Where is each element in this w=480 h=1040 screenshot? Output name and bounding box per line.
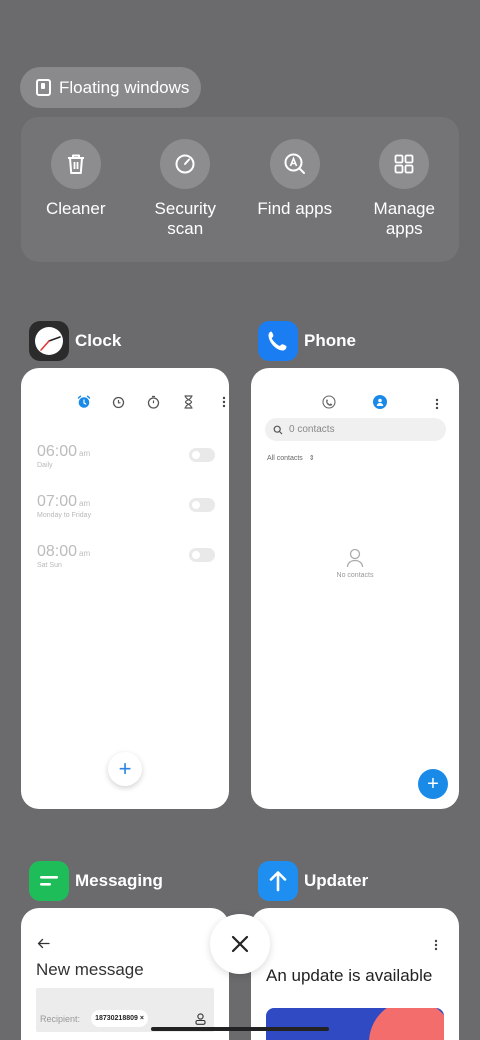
alarm-repeat: Monday to Friday (37, 512, 92, 519)
floating-windows-label: Floating windows (59, 77, 190, 97)
clock-tab-bar (66, 394, 229, 410)
security-scan-button[interactable]: Security scan (131, 117, 241, 262)
contacts-search-input[interactable]: 0 contacts (265, 418, 446, 441)
manage-apps-label: Manage apps (373, 199, 435, 238)
alarm-toggle[interactable] (189, 548, 215, 562)
alarm-item[interactable]: 08:00 am Sat Sun (37, 543, 215, 569)
phone-app-name: Phone (304, 331, 356, 350)
back-arrow-icon[interactable] (37, 936, 50, 954)
recipient-chip[interactable]: 18730218809 × (91, 1010, 148, 1027)
more-options-icon[interactable] (206, 394, 229, 410)
home-indicator[interactable] (151, 1027, 329, 1031)
clock-app-name: Clock (75, 331, 122, 350)
close-icon (231, 935, 249, 953)
alarm-item[interactable]: 06:00 am Daily (37, 443, 215, 469)
more-options-icon[interactable] (434, 938, 438, 956)
recipient-label: Recipient: (40, 1014, 81, 1024)
messaging-app-icon (29, 861, 69, 901)
recents-tab-icon[interactable] (322, 395, 336, 414)
stopwatch-tab-icon[interactable] (136, 394, 171, 410)
contacts-filter-dropdown[interactable]: All contacts ⇕ (267, 454, 315, 462)
more-options-icon[interactable] (435, 397, 439, 415)
timer-tab-icon[interactable] (171, 394, 206, 410)
contacts-tab-icon[interactable] (373, 395, 387, 409)
add-contact-icon[interactable] (195, 1013, 206, 1025)
manage-apps-button[interactable]: Manage apps (350, 117, 460, 262)
clear-all-button[interactable] (210, 914, 270, 974)
world-clock-tab-icon[interactable] (101, 394, 136, 410)
alarm-item[interactable]: 07:00 am Monday to Friday (37, 493, 215, 519)
messaging-recent-card[interactable]: New message Recipient: 18730218809 × (21, 908, 229, 1040)
find-apps-label: Find apps (257, 199, 333, 218)
phone-recent-card[interactable]: 0 contacts All contacts ⇕ No contacts + (251, 368, 459, 809)
recipient-field[interactable]: Recipient: 18730218809 × (36, 988, 214, 1032)
alarm-toggle[interactable] (189, 498, 215, 512)
phone-app-icon (258, 321, 298, 361)
search-icon (273, 425, 283, 434)
clock-app-header[interactable]: Clock (29, 321, 121, 361)
find-apps-button[interactable]: Find apps (240, 117, 350, 262)
filter-label: All contacts (267, 455, 303, 462)
search-placeholder: 0 contacts (289, 424, 335, 435)
find-apps-icon (269, 139, 320, 189)
security-scan-icon (160, 139, 211, 189)
cleaner-label: Cleaner (45, 199, 106, 218)
floating-window-icon (36, 79, 51, 96)
person-icon (346, 548, 364, 568)
updater-app-header[interactable]: Updater (258, 861, 368, 901)
messaging-app-header[interactable]: Messaging (29, 861, 163, 901)
floating-windows-button[interactable]: Floating windows (20, 67, 201, 108)
add-alarm-button[interactable]: + (108, 752, 142, 786)
messaging-app-name: Messaging (75, 871, 163, 890)
alarm-repeat: Sat Sun (37, 562, 62, 569)
alarm-tab-icon[interactable] (66, 394, 101, 410)
update-banner-image (266, 1008, 444, 1040)
trash-icon (50, 139, 101, 189)
update-available-title: An update is available (266, 966, 433, 985)
cleaner-button[interactable]: Cleaner (21, 117, 131, 262)
empty-contacts-state: No contacts (251, 548, 459, 579)
updater-app-icon (258, 861, 298, 901)
add-contact-button[interactable]: + (418, 769, 448, 799)
clock-recent-card[interactable]: 06:00 am Daily 07:00 am Monday to Friday 0… (21, 368, 229, 809)
updater-app-name: Updater (304, 871, 369, 890)
grid-icon (379, 139, 430, 189)
new-message-title: New message (36, 960, 144, 979)
security-scan-label: Security scan (154, 199, 216, 238)
empty-contacts-text: No contacts (336, 572, 374, 579)
quick-tools-panel: Cleaner Security scan Find apps Manage a… (21, 117, 459, 262)
updater-recent-card[interactable]: An update is available (251, 908, 459, 1040)
sort-arrows-icon: ⇕ (308, 455, 315, 462)
alarm-toggle[interactable] (189, 448, 215, 462)
clock-app-icon (29, 321, 69, 361)
phone-app-header[interactable]: Phone (258, 321, 356, 361)
alarm-repeat: Daily (37, 462, 53, 469)
